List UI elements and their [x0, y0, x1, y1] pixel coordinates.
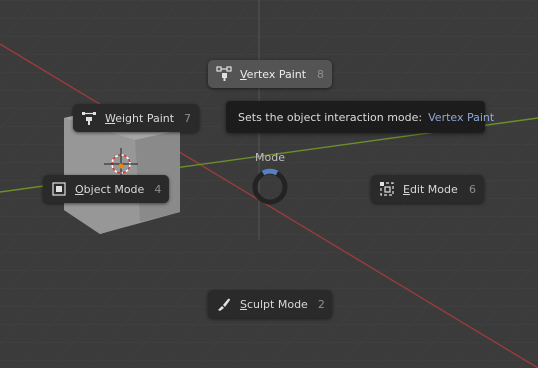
tooltip-text: Sets the object interaction mode:	[238, 110, 423, 124]
sculpt-mode-icon	[218, 298, 230, 311]
vertex-paint-button[interactable]: Vertex Paint 8	[208, 60, 332, 88]
pie-menu-title: Mode	[255, 151, 285, 164]
object-mode-button[interactable]: Object Mode 4	[43, 175, 169, 203]
object-mode-icon	[52, 182, 66, 196]
vertex-paint-shortcut: 8	[317, 67, 324, 81]
sculpt-mode-button[interactable]: Sculpt Mode 2	[208, 290, 332, 318]
object-mode-shortcut: 4	[154, 182, 162, 196]
mode-tooltip: Sets the object interaction mode: Vertex…	[226, 101, 494, 133]
3d-viewport[interactable]: Mode Vertex Paint 8 Weight Paint 7 Objec…	[0, 0, 538, 368]
weight-paint-icon	[82, 112, 96, 125]
vertex-paint-icon	[216, 66, 232, 81]
tooltip-value: Vertex Paint	[428, 110, 495, 124]
sculpt-mode-shortcut: 2	[317, 297, 325, 311]
edit-mode-shortcut: 6	[469, 182, 476, 196]
weight-paint-shortcut: 7	[184, 111, 192, 125]
weight-paint-button[interactable]: Weight Paint 7	[73, 104, 199, 132]
edit-mode-button[interactable]: Edit Mode 6	[371, 175, 484, 203]
edit-mode-icon	[380, 182, 394, 196]
